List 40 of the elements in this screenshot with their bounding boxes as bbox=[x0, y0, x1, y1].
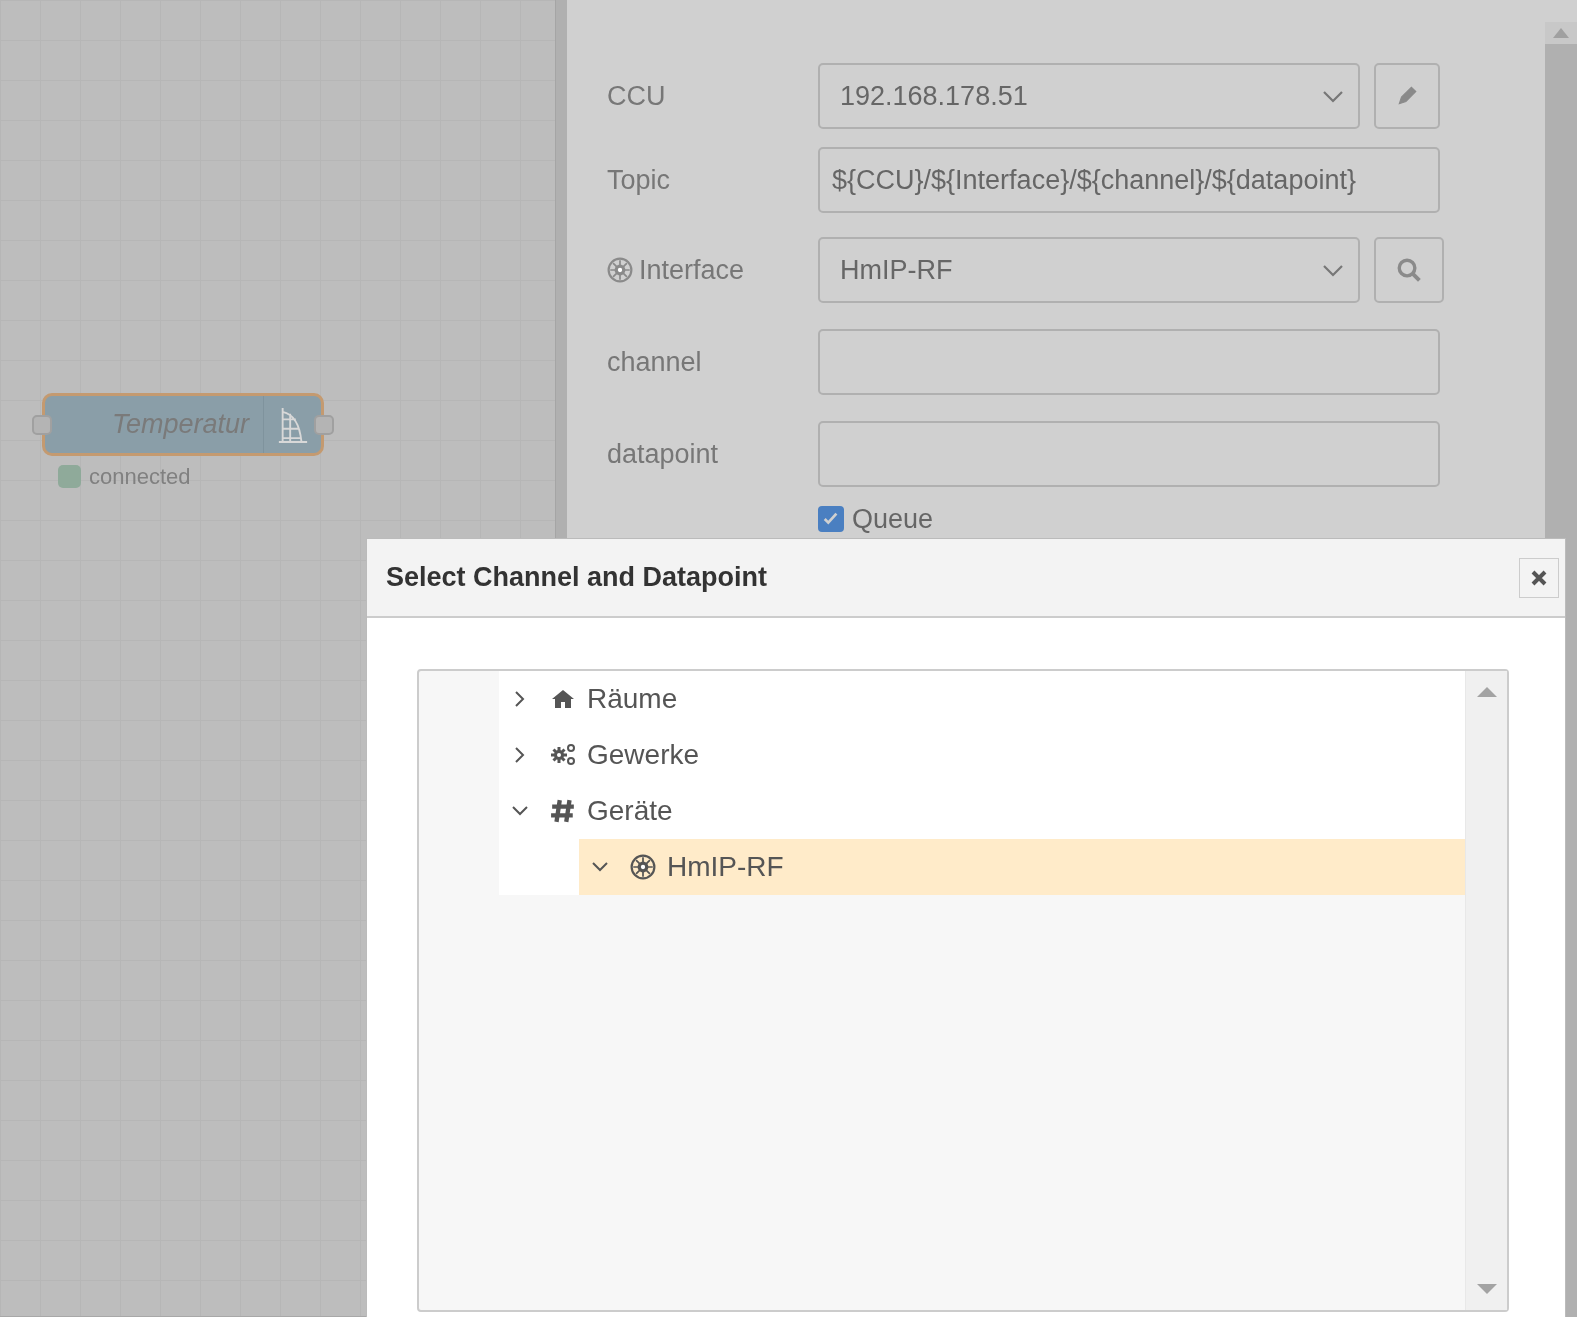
field-label: CCU bbox=[607, 79, 666, 113]
tree-item[interactable]: Geräte bbox=[499, 783, 1465, 839]
house-icon bbox=[550, 687, 576, 711]
checkbox-label: Queue bbox=[852, 503, 934, 536]
tree-item[interactable]: Gewerke bbox=[499, 727, 1465, 783]
text-field[interactable] bbox=[818, 329, 1440, 395]
scrollbar[interactable] bbox=[1465, 671, 1507, 1310]
checkbox[interactable] bbox=[818, 506, 844, 533]
dropdown[interactable]: 192.168.178.51 bbox=[818, 63, 1360, 129]
search-button[interactable] bbox=[1374, 237, 1444, 303]
tree-item[interactable]: HmIP-RF bbox=[579, 839, 1465, 895]
chevron-down-icon bbox=[1322, 89, 1344, 103]
chevron-right-icon bbox=[515, 747, 525, 763]
gears-icon bbox=[548, 742, 578, 768]
chevron-down-icon bbox=[1322, 263, 1344, 277]
text-field[interactable] bbox=[818, 421, 1440, 487]
chevron-right-icon bbox=[515, 691, 525, 707]
chevron-down-icon bbox=[592, 862, 608, 872]
field-label: Topic bbox=[607, 163, 671, 197]
field-label: channel bbox=[607, 345, 702, 379]
field-label: Interface bbox=[639, 253, 745, 287]
search-icon bbox=[1396, 257, 1422, 283]
scroll-up-icon bbox=[1476, 687, 1497, 697]
text-field[interactable]: ${CCU}/${Interface}/${channel}/${datapoint} bbox=[818, 147, 1440, 213]
scroll-up-icon[interactable] bbox=[1553, 28, 1569, 38]
input-port[interactable] bbox=[32, 414, 52, 435]
output-port[interactable] bbox=[314, 414, 334, 435]
field-label: datapoint bbox=[607, 437, 719, 471]
pencil-icon bbox=[1395, 85, 1419, 107]
chevron-down-icon bbox=[512, 806, 528, 816]
dropdown[interactable]: HmIP-RF bbox=[818, 237, 1360, 303]
status-text: connected bbox=[89, 463, 191, 491]
hashtag-icon bbox=[550, 798, 576, 824]
scroll-down-icon bbox=[1476, 1284, 1497, 1294]
dialog-title: Select Channel and Datapoint bbox=[386, 561, 768, 595]
close-button[interactable] bbox=[1519, 557, 1559, 598]
close-icon bbox=[1530, 568, 1548, 587]
tree-item[interactable]: Räume bbox=[499, 671, 1465, 727]
edit-button[interactable] bbox=[1374, 63, 1440, 129]
interface-icon bbox=[630, 854, 656, 880]
